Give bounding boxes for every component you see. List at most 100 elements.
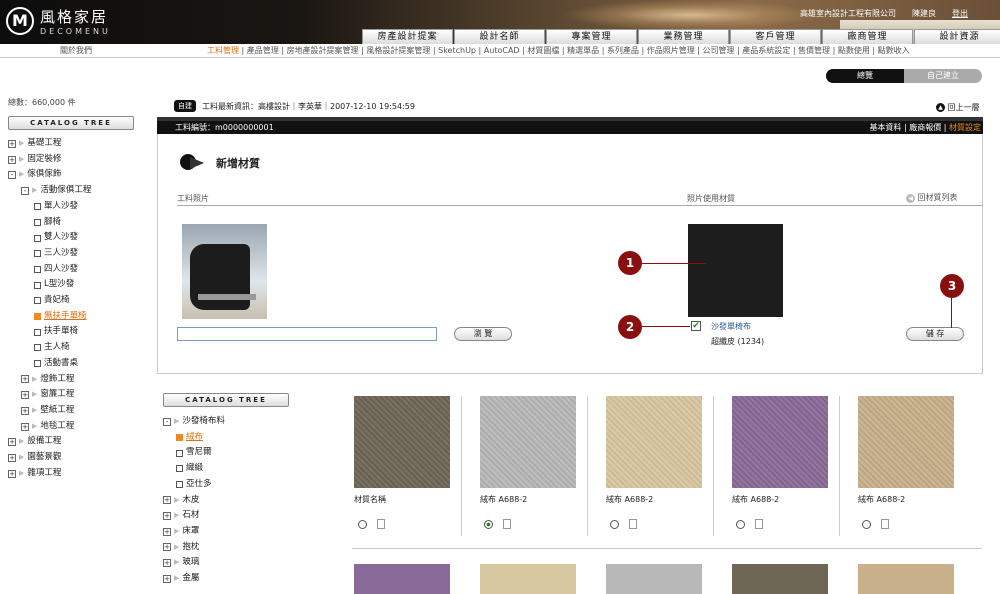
checkbox[interactable]	[176, 465, 183, 473]
checkbox[interactable]	[176, 434, 183, 442]
submenu-item[interactable]: 作品照片管理	[647, 46, 695, 55]
about-link[interactable]: 關於我們	[60, 44, 92, 58]
tree-item[interactable]: + ▶ 固定裝修	[8, 152, 91, 168]
checkbox[interactable]	[34, 313, 41, 321]
file-path-input[interactable]	[177, 327, 437, 341]
main-tab[interactable]: 專案管理	[546, 29, 637, 44]
expand-icon[interactable]: +	[163, 496, 171, 505]
code-link[interactable]: 材質設定	[949, 123, 981, 132]
material-card[interactable]: 絨布 A688-2	[858, 396, 954, 529]
tree-item[interactable]: 雙人沙發	[8, 230, 91, 246]
submenu-item[interactable]: 風格設計提案管理	[366, 46, 430, 55]
tree-item[interactable]: + ▶ 雜項工程	[8, 466, 91, 482]
material-swatch[interactable]	[858, 396, 954, 488]
expand-icon[interactable]: +	[21, 422, 29, 431]
submenu-item[interactable]: 材質圖檔	[527, 46, 559, 55]
material-swatch[interactable]	[732, 564, 828, 594]
tab-build[interactable]: 自己建立	[904, 69, 982, 83]
checkbox[interactable]	[34, 360, 41, 368]
collapse-icon[interactable]: -	[8, 171, 16, 180]
tree-item[interactable]: 貴妃椅	[8, 293, 91, 309]
submenu-item[interactable]: SketchUp	[438, 46, 476, 55]
material-swatch[interactable]	[858, 564, 954, 594]
submenu-item[interactable]: 產品管理	[247, 46, 279, 55]
main-tab[interactable]: 設計名師	[454, 29, 545, 44]
material-swatch[interactable]	[480, 564, 576, 594]
tree-item[interactable]: 腳椅	[8, 215, 91, 231]
tree-item[interactable]: 活動書桌	[8, 356, 91, 372]
inner-catalog-tree-button[interactable]: CATALOG TREE	[163, 393, 289, 407]
tree-item[interactable]: 主人椅	[8, 340, 91, 356]
tree-item[interactable]: + ▶ 抱枕	[163, 540, 225, 556]
main-tab[interactable]: 客戶管理	[730, 29, 821, 44]
tree-item[interactable]: + ▶ 床罩	[163, 524, 225, 540]
tree-item[interactable]: 單人沙發	[8, 199, 91, 215]
submenu-item[interactable]: 公司管理	[703, 46, 735, 55]
material-swatch[interactable]	[732, 396, 828, 488]
expand-icon[interactable]: +	[163, 543, 171, 552]
submenu-item[interactable]: 點數收入	[878, 46, 910, 55]
material-swatch[interactable]	[354, 564, 450, 594]
logout-link[interactable]: 登出	[952, 8, 968, 19]
material-swatch[interactable]	[606, 396, 702, 488]
expand-icon[interactable]: +	[8, 155, 16, 164]
use-material-checkbox[interactable]: ✔	[691, 321, 701, 331]
submenu-item[interactable]: 工料管理	[207, 46, 239, 55]
collapse-icon[interactable]: -	[163, 417, 171, 426]
logo[interactable]: M 風格家居 DECOMENU	[6, 6, 111, 36]
expand-icon[interactable]: +	[163, 527, 171, 536]
tree-item[interactable]: 無扶手單椅	[8, 309, 91, 325]
checkbox[interactable]	[34, 218, 41, 226]
main-tab[interactable]: 業務管理	[638, 29, 729, 44]
submenu-item[interactable]: 產品系統設定	[742, 46, 790, 55]
tree-item[interactable]: + ▶ 石材	[163, 508, 225, 524]
material-card[interactable]: 絨布 A688-2	[606, 396, 702, 529]
submenu-item[interactable]: 系列產品	[607, 46, 639, 55]
tree-item[interactable]: L型沙發	[8, 277, 91, 293]
back-link[interactable]: ▲ 回上一層	[936, 102, 980, 113]
tree-item[interactable]: 絨布	[163, 430, 225, 446]
tree-item[interactable]: 四人沙發	[8, 262, 91, 278]
submenu-item[interactable]: 房地產設計提案管理	[287, 46, 359, 55]
selected-material-name[interactable]: 沙發單椅布	[711, 321, 751, 332]
catalog-tree-button[interactable]: CATALOG TREE	[8, 116, 134, 130]
document-icon[interactable]	[755, 519, 763, 529]
submenu-item[interactable]: AutoCAD	[484, 46, 520, 55]
tree-item[interactable]: + ▶ 基礎工程	[8, 136, 91, 152]
expand-icon[interactable]: +	[8, 139, 16, 148]
tree-item[interactable]: + ▶ 設備工程	[8, 434, 91, 450]
save-button[interactable]: 儲 存	[906, 327, 964, 341]
material-card[interactable]: 絨布 A688-2	[732, 396, 828, 529]
tree-item[interactable]: + ▶ 金屬	[163, 571, 225, 587]
main-tab[interactable]: 廠商管理	[822, 29, 913, 44]
expand-icon[interactable]: +	[163, 512, 171, 521]
checkbox[interactable]	[34, 328, 41, 336]
document-icon[interactable]	[503, 519, 511, 529]
collapse-icon[interactable]: -	[21, 186, 29, 195]
expand-icon[interactable]: +	[8, 453, 16, 462]
expand-icon[interactable]: +	[163, 559, 171, 568]
checkbox[interactable]	[34, 203, 41, 211]
expand-icon[interactable]: +	[21, 375, 29, 384]
submenu-item[interactable]: 精選單品	[567, 46, 599, 55]
material-radio[interactable]	[610, 519, 619, 529]
material-radio[interactable]	[358, 519, 367, 529]
expand-icon[interactable]: +	[21, 391, 29, 400]
checkbox[interactable]	[34, 281, 41, 289]
material-swatch[interactable]	[354, 396, 450, 488]
tab-browse[interactable]: 總覽	[826, 69, 904, 83]
checkbox[interactable]	[34, 250, 41, 258]
tree-item[interactable]: + ▶ 玻璃	[163, 555, 225, 571]
material-card[interactable]: 絨布 A688-2	[480, 396, 576, 529]
checkbox[interactable]	[34, 297, 41, 305]
submenu-item[interactable]: 售價管理	[798, 46, 830, 55]
main-tab[interactable]: 設計資源	[914, 29, 1000, 44]
tree-item[interactable]: 織緞	[163, 461, 225, 477]
expand-icon[interactable]: +	[163, 574, 171, 583]
checkbox[interactable]	[176, 481, 183, 489]
tree-item[interactable]: 亞仕多	[163, 477, 225, 493]
material-swatch[interactable]	[480, 396, 576, 488]
back-to-list-link[interactable]: ◀ 回材質列表	[906, 192, 958, 203]
checkbox[interactable]	[34, 234, 41, 242]
code-link[interactable]: 廠商報價	[909, 123, 941, 132]
